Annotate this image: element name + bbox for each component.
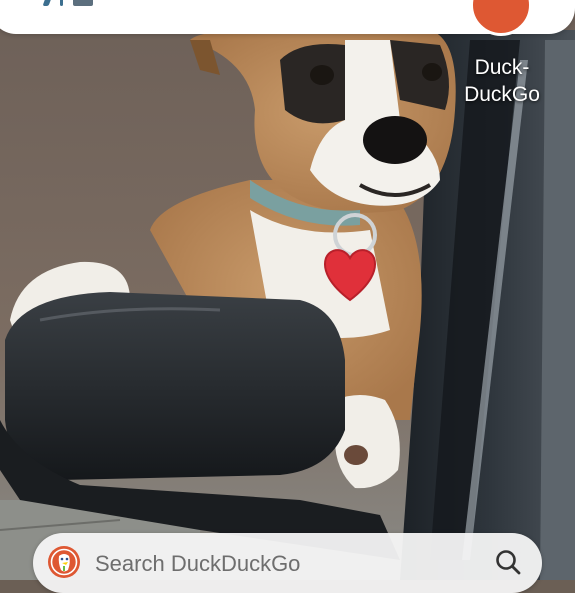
search-icon[interactable] — [493, 547, 523, 577]
duckduckgo-app-icon[interactable]: Duck- DuckGo — [455, 0, 549, 112]
app-icon — [73, 0, 93, 6]
search-placeholder[interactable]: Search DuckDuckGo — [95, 551, 300, 577]
app-label: Duck- DuckGo — [464, 56, 540, 106]
duckduckgo-logo-icon — [470, 0, 532, 36]
duckduckgo-logo-icon — [48, 546, 80, 578]
network-icon — [60, 0, 63, 6]
navigation-icon — [42, 0, 52, 6]
status-icons — [42, 0, 93, 8]
duckduckgo-search-widget[interactable]: Search DuckDuckGo — [33, 533, 542, 593]
